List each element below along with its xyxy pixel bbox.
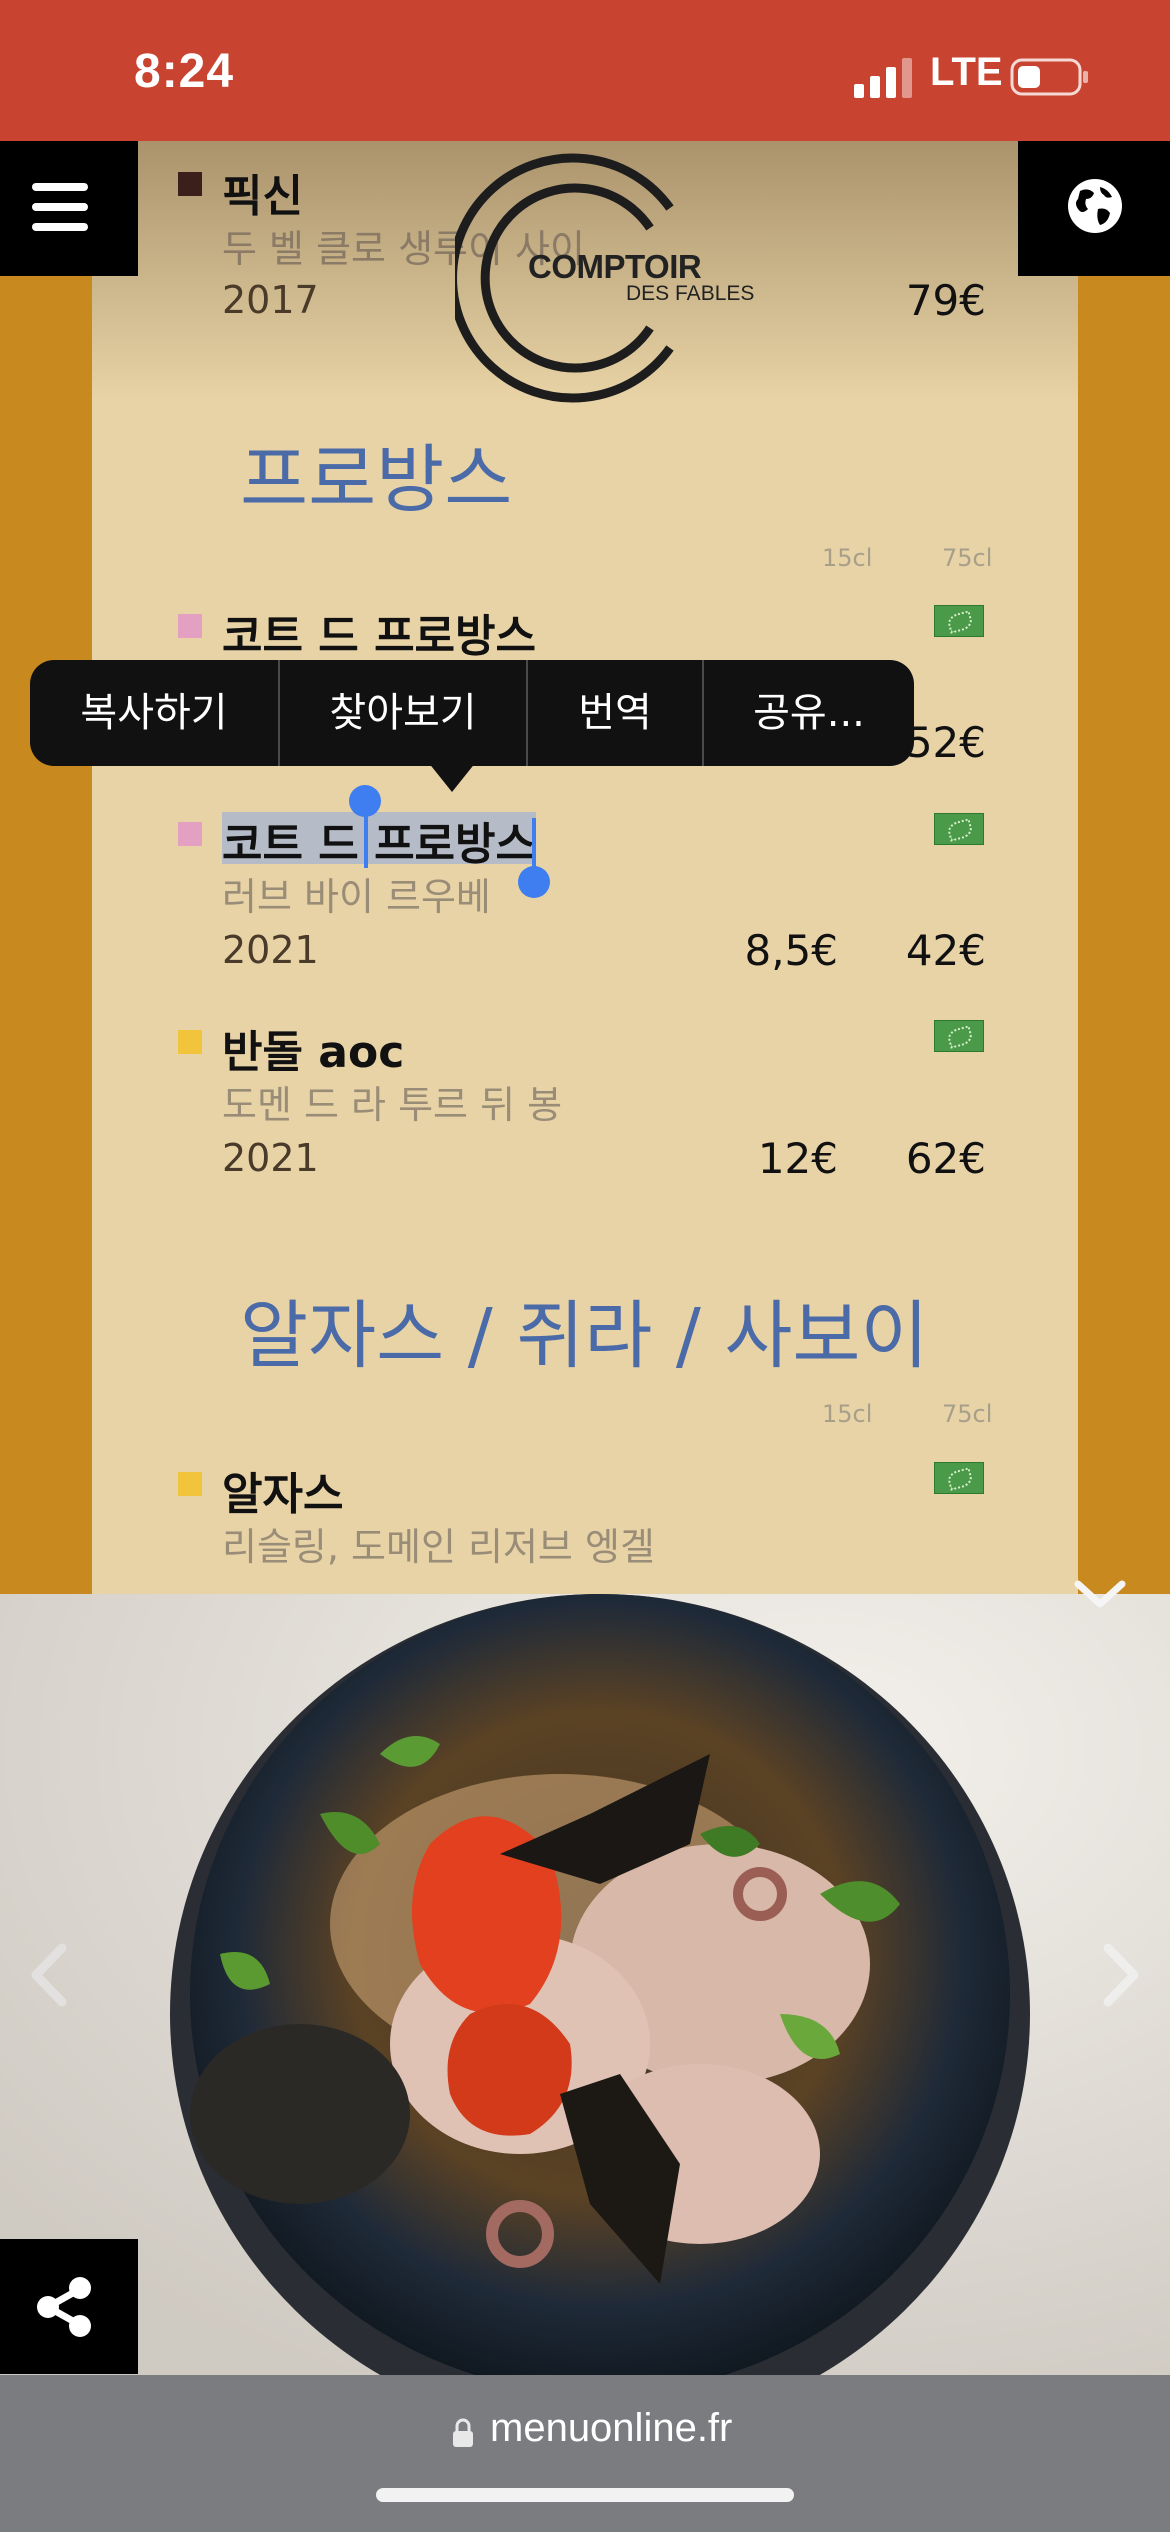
status-bar: 8:24 LTE [0, 0, 1170, 141]
wine-name: 반돌 aoc [222, 1027, 405, 1078]
section-title: 프로방스 [240, 437, 513, 523]
section-title: 알자스 / 쥐라 / 사보이 [240, 1293, 929, 1379]
hamburger-icon [32, 183, 88, 231]
url-text[interactable]: menuonline.fr [490, 2406, 732, 2451]
size-header-15cl: 15cl [822, 544, 873, 572]
context-translate-button[interactable]: 번역 [528, 660, 702, 766]
wine-year: 2021 [222, 1136, 319, 1180]
home-indicator[interactable] [376, 2488, 794, 2502]
organic-badge-icon [934, 1020, 984, 1052]
context-share-button[interactable]: 공유... [704, 660, 914, 766]
battery-icon [1010, 58, 1088, 96]
wine-name-selected[interactable]: 코트 드 프로방스 [222, 808, 536, 872]
wine-name: 알자스 [222, 1469, 344, 1520]
wine-producer: 리슬링, 도메인 리저브 엥겔 [222, 1525, 655, 1569]
wine-bullet [178, 172, 202, 196]
menu-button[interactable] [0, 141, 138, 276]
browser-url-bar[interactable] [0, 2375, 1170, 2532]
language-button[interactable] [1018, 141, 1170, 276]
size-header-15cl: 15cl [822, 1400, 873, 1428]
price-75cl: 42€ [905, 926, 986, 975]
dish-photo[interactable] [0, 1594, 1170, 2375]
chevron-right-icon[interactable] [1090, 1940, 1150, 2010]
logo-subtext: DES FABLES [626, 282, 755, 305]
context-copy-button[interactable]: 복사하기 [30, 660, 278, 766]
size-header-75cl: 75cl [942, 1400, 993, 1428]
selection-caret-start [364, 812, 368, 868]
wine-producer: 도멘 드 라 투르 뒤 봉 [222, 1083, 563, 1127]
price-75cl: 62€ [905, 1134, 986, 1183]
price-15cl: 12€ [757, 1134, 838, 1183]
wine-bullet [178, 822, 202, 846]
wine-year: 2021 [222, 928, 319, 972]
chevron-left-icon[interactable] [20, 1940, 80, 2010]
wine-year: 2017 [222, 278, 319, 322]
wine-bullet [178, 1472, 202, 1496]
selection-handle-end[interactable] [518, 866, 550, 898]
organic-badge-icon [934, 605, 984, 637]
chevron-down-icon[interactable] [1070, 1574, 1130, 1614]
wine-name: 코트 드 프로방스 [222, 611, 536, 662]
page-margin-right [1078, 141, 1170, 1594]
page-margin-left [0, 141, 92, 1594]
status-time: 8:24 [134, 45, 235, 98]
wine-bullet [178, 1030, 202, 1054]
logo-text: COMPTOIR [528, 248, 702, 285]
context-menu-pointer [428, 762, 476, 792]
selection-handle-start[interactable] [349, 785, 381, 817]
context-lookup-button[interactable]: 찾아보기 [280, 660, 526, 766]
share-icon [37, 2277, 91, 2337]
wine-name: 픽신 [222, 171, 303, 222]
wine-producer: 러브 바이 르우베 [222, 875, 491, 919]
price-75cl: 79€ [905, 276, 986, 325]
globe-icon [1068, 179, 1122, 233]
lock-icon [453, 2418, 473, 2447]
text-context-menu: 복사하기 찾아보기 번역 공유... [30, 660, 914, 766]
organic-badge-icon [934, 813, 984, 845]
price-15cl: 8,5€ [744, 926, 838, 975]
network-type: LTE [930, 50, 1003, 94]
cellular-signal-icon [854, 58, 912, 98]
size-header-75cl: 75cl [942, 544, 993, 572]
organic-badge-icon [934, 1462, 984, 1494]
octopus-dish-image [0, 1594, 1170, 2375]
wine-bullet [178, 614, 202, 638]
share-button[interactable] [0, 2239, 138, 2374]
